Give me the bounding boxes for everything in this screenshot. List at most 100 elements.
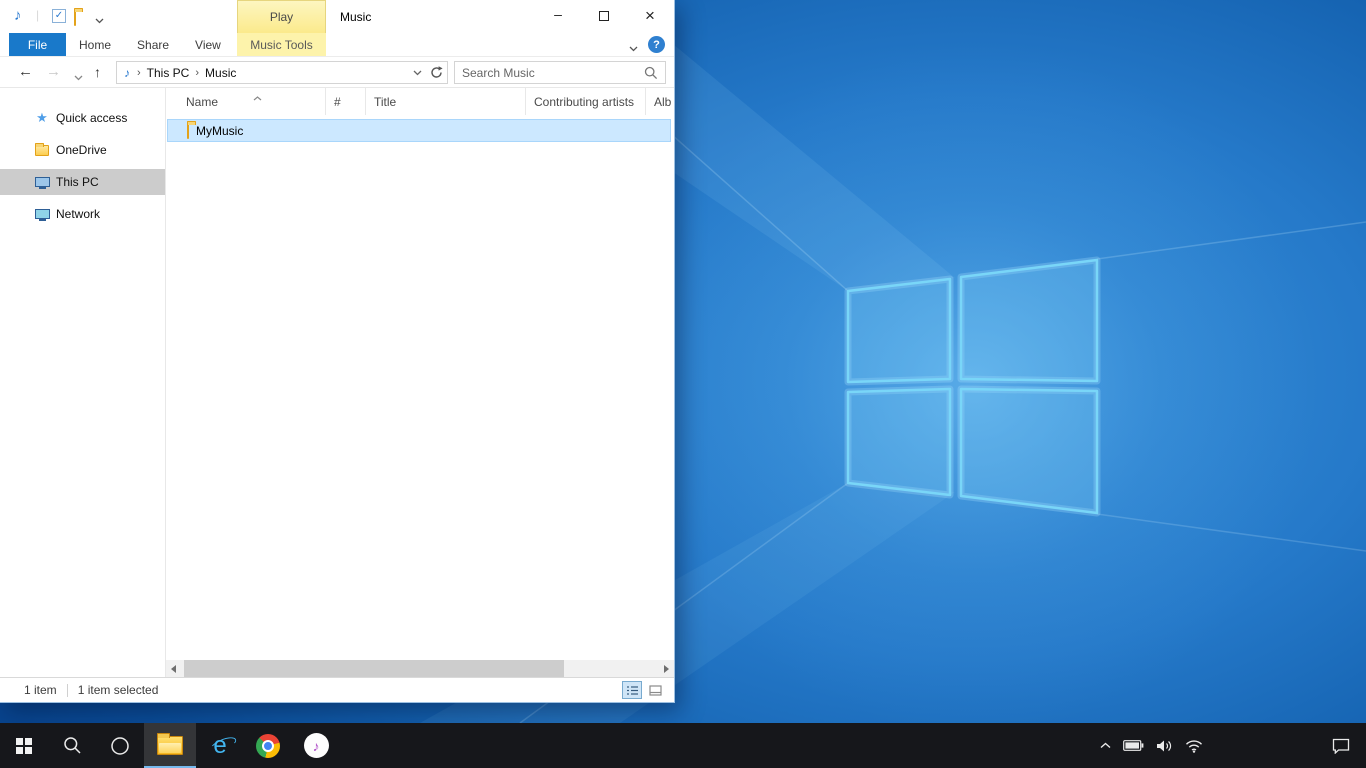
titlebar-separator: | bbox=[36, 8, 39, 22]
sidebar-item-quick-access[interactable]: ★ Quick access bbox=[0, 105, 165, 131]
logo-pane-bottom-left bbox=[848, 389, 950, 495]
view-toggles bbox=[622, 681, 665, 699]
chrome-icon bbox=[256, 734, 280, 758]
large-icons-view-button[interactable] bbox=[645, 681, 665, 699]
window-body: ★ Quick access OneDrive This PC Network … bbox=[0, 88, 674, 677]
folder-icon bbox=[187, 123, 189, 139]
qat-customize-chevron-icon[interactable] bbox=[95, 13, 104, 27]
tab-share[interactable]: Share bbox=[124, 33, 182, 56]
close-button[interactable]: × bbox=[627, 0, 673, 32]
logo-pane-bottom-right bbox=[961, 389, 1097, 513]
maximize-icon bbox=[599, 11, 609, 21]
column-header-name[interactable]: Name bbox=[176, 88, 326, 115]
monitor-icon bbox=[35, 177, 50, 187]
address-dropdown-chevron-icon[interactable] bbox=[408, 70, 426, 76]
taskbar-search-button[interactable] bbox=[48, 723, 96, 768]
status-bar: 1 item 1 item selected bbox=[0, 677, 674, 702]
taskbar-file-explorer-button[interactable] bbox=[144, 723, 196, 768]
tab-music-tools[interactable]: Music Tools bbox=[237, 33, 326, 56]
minimize-button[interactable]: – bbox=[535, 0, 581, 32]
taskbar-itunes-button[interactable]: ♪ bbox=[292, 723, 340, 768]
navigation-toolbar: ← → ↑ ♪ › This PC › Music bbox=[0, 57, 674, 88]
file-explorer-window: ♪ | ✓ Play Music – × File Home Share Vie… bbox=[0, 0, 675, 703]
column-label: # bbox=[334, 95, 341, 109]
scroll-left-arrow-icon[interactable] bbox=[171, 665, 176, 673]
window-controls: – × bbox=[535, 0, 673, 32]
refresh-icon[interactable] bbox=[426, 66, 446, 79]
ie-ring bbox=[209, 734, 238, 754]
breadcrumb-music[interactable]: Music bbox=[202, 66, 239, 80]
search-input[interactable] bbox=[455, 66, 644, 80]
sidebar-item-network[interactable]: Network bbox=[0, 201, 165, 227]
volume-icon[interactable] bbox=[1156, 739, 1173, 753]
address-bar[interactable]: ♪ › This PC › Music bbox=[116, 61, 448, 84]
address-music-icon: ♪ bbox=[124, 66, 130, 80]
tab-file[interactable]: File bbox=[9, 33, 66, 56]
expand-ribbon-chevron-icon[interactable] bbox=[629, 41, 638, 55]
quick-access-star-icon: ★ bbox=[34, 110, 50, 126]
start-button[interactable] bbox=[0, 723, 48, 768]
sidebar-item-label: OneDrive bbox=[56, 143, 107, 157]
folder-icon bbox=[74, 10, 76, 26]
taskbar-chrome-button[interactable] bbox=[244, 723, 292, 768]
music-note-icon: ♪ bbox=[313, 738, 320, 754]
sidebar-item-label: This PC bbox=[56, 175, 99, 189]
scrollbar-thumb[interactable] bbox=[184, 660, 564, 677]
column-header-contributing-artists[interactable]: Contributing artists bbox=[526, 88, 646, 115]
this-pc-icon bbox=[34, 177, 50, 187]
qat-new-folder-icon[interactable] bbox=[74, 11, 76, 25]
sidebar-item-onedrive[interactable]: OneDrive bbox=[0, 137, 165, 163]
logo-pane-top-right bbox=[961, 260, 1097, 381]
qat-properties-icon[interactable]: ✓ bbox=[52, 9, 66, 23]
sidebar-item-label: Quick access bbox=[56, 111, 127, 125]
windows-start-icon bbox=[16, 738, 32, 754]
search-icon bbox=[63, 736, 82, 755]
forward-button[interactable]: → bbox=[46, 63, 61, 80]
itunes-icon: ♪ bbox=[304, 733, 329, 758]
column-header-album[interactable]: Alb bbox=[646, 88, 696, 115]
taskbar-apps: e ♪ bbox=[0, 723, 340, 768]
titlebar[interactable]: ♪ | ✓ Play Music – × bbox=[0, 0, 674, 33]
scroll-right-arrow-icon[interactable] bbox=[664, 665, 669, 673]
tab-home[interactable]: Home bbox=[66, 33, 124, 56]
app-music-note-icon: ♪ bbox=[14, 7, 22, 24]
up-button[interactable]: ↑ bbox=[94, 64, 101, 80]
sidebar-item-this-pc[interactable]: This PC bbox=[0, 169, 165, 195]
action-center-button[interactable] bbox=[1332, 723, 1350, 768]
contextual-tab-play[interactable]: Play bbox=[237, 0, 326, 33]
horizontal-scrollbar[interactable] bbox=[166, 660, 674, 677]
column-label: Alb bbox=[654, 95, 671, 109]
crumb-separator: › bbox=[134, 67, 144, 79]
help-button[interactable]: ? bbox=[648, 36, 665, 53]
cortana-circle-icon bbox=[110, 736, 130, 756]
breadcrumb-this-pc[interactable]: This PC bbox=[144, 66, 193, 80]
search-icon[interactable] bbox=[644, 66, 658, 80]
system-tray bbox=[1100, 723, 1203, 768]
recent-locations-chevron-icon[interactable] bbox=[74, 70, 83, 84]
navigation-pane: ★ Quick access OneDrive This PC Network bbox=[0, 88, 166, 677]
taskbar: e ♪ bbox=[0, 723, 1366, 768]
details-view-button[interactable] bbox=[622, 681, 642, 699]
sidebar-item-label: Network bbox=[56, 207, 100, 221]
file-explorer-icon bbox=[157, 736, 183, 755]
file-name: MyMusic bbox=[196, 124, 243, 138]
sort-ascending-caret-icon bbox=[253, 90, 262, 104]
tab-view[interactable]: View bbox=[182, 33, 234, 56]
taskbar-internet-explorer-button[interactable]: e bbox=[196, 723, 244, 768]
network-wifi-icon[interactable] bbox=[1185, 739, 1203, 753]
folder-icon bbox=[187, 124, 189, 138]
logo-pane-top-left bbox=[848, 279, 950, 382]
column-header-number[interactable]: # bbox=[326, 88, 366, 115]
battery-icon[interactable] bbox=[1123, 740, 1144, 751]
folder-icon bbox=[35, 145, 49, 156]
column-label: Contributing artists bbox=[534, 95, 634, 109]
file-list-pane[interactable]: Name # Title Contributing artists Alb My… bbox=[166, 88, 674, 677]
file-row-mymusic[interactable]: MyMusic bbox=[167, 119, 671, 142]
back-button[interactable]: ← bbox=[18, 63, 33, 80]
network-icon bbox=[34, 209, 50, 219]
search-box[interactable] bbox=[454, 61, 666, 84]
cortana-button[interactable] bbox=[96, 723, 144, 768]
maximize-button[interactable] bbox=[581, 0, 627, 32]
hidden-icons-chevron-icon[interactable] bbox=[1100, 742, 1111, 749]
column-header-title[interactable]: Title bbox=[366, 88, 526, 115]
